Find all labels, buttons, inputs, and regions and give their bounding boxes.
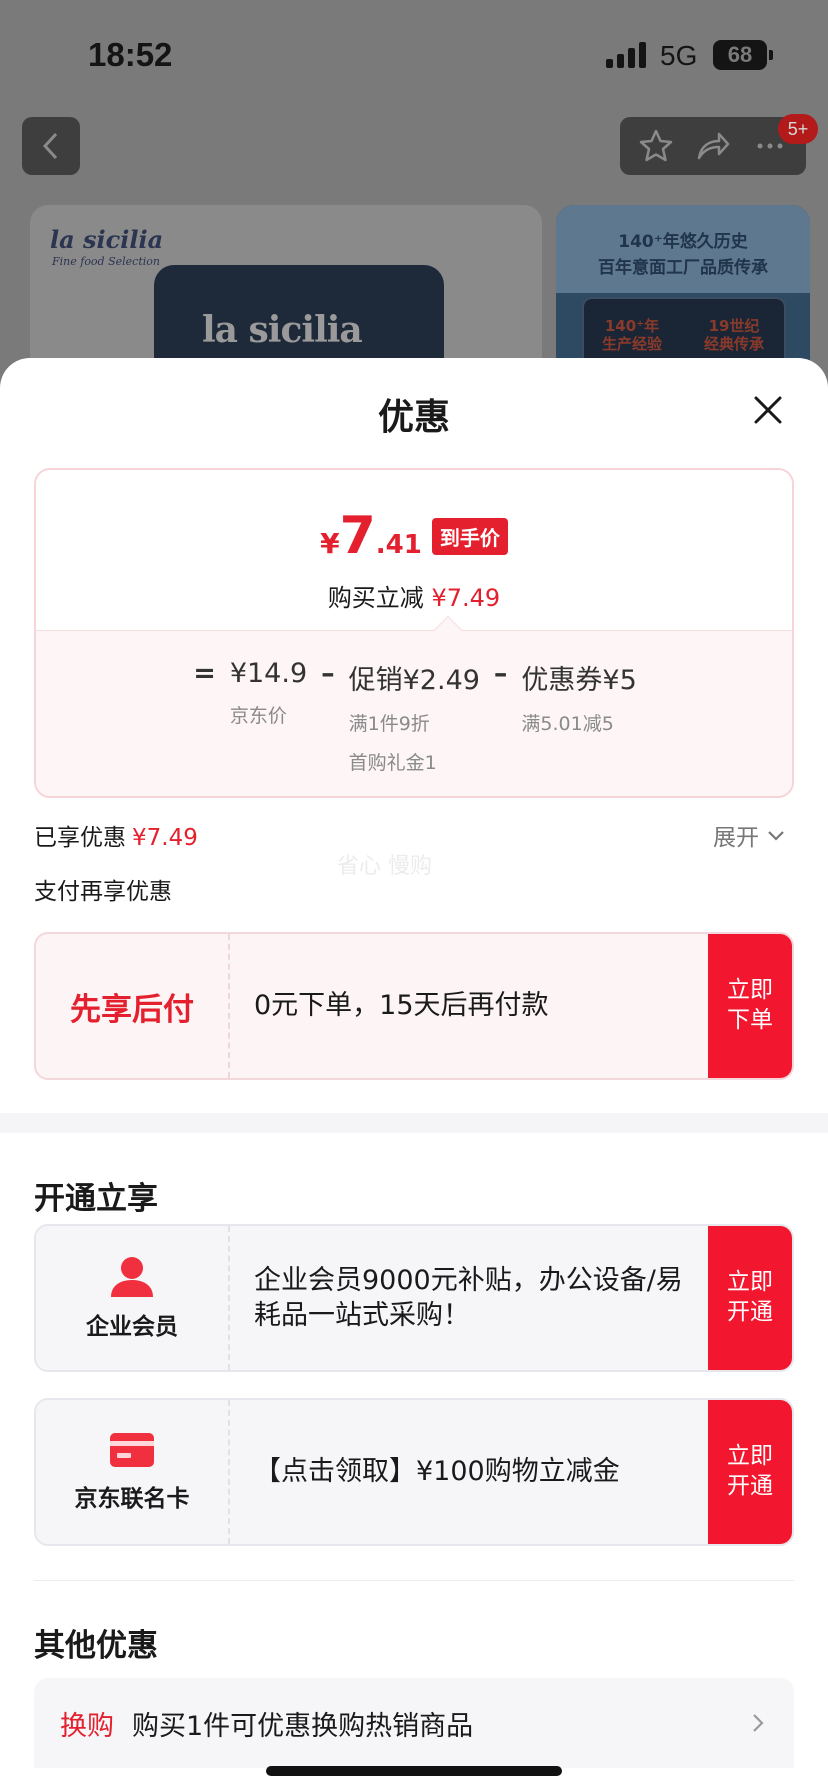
enterprise-member-card[interactable]: 企业会员 企业会员9000元补贴，办公设备/易耗品一站式采购！ 立即开通 [34, 1224, 794, 1372]
section-separator [0, 1113, 828, 1133]
bnpl-desc: 0元下单，15天后再付款 [254, 990, 549, 1022]
order-now-button[interactable]: 立即下单 [708, 934, 792, 1078]
watermark: 省心 慢购 [337, 854, 432, 879]
jd-card-card[interactable]: 京东联名卡 【点击领取】¥100购物立减金 立即开通 [34, 1398, 794, 1546]
home-indicator [266, 1766, 562, 1776]
banner-line-2: 百年意面工厂品质传承 [598, 258, 768, 278]
chevron-down-icon [768, 831, 784, 841]
status-bar: 18:52 5G 68 [0, 0, 828, 110]
reduce-label: 购买立减 [327, 584, 424, 612]
formula-minus: – [321, 658, 335, 689]
close-icon[interactable] [748, 390, 788, 430]
open-enterprise-button[interactable]: 立即开通 [708, 1226, 792, 1370]
trade-in-tag: 换购 [60, 1710, 114, 1742]
jd-card-desc: 【点击领取】¥100购物立减金 [230, 1400, 708, 1544]
open-card-button[interactable]: 立即开通 [708, 1400, 792, 1544]
formula-minus: – [493, 658, 508, 689]
other-section-title: 其他优惠 [34, 1628, 158, 1664]
package-brand: la sicilia [202, 309, 363, 351]
enjoyed-amount: ¥7.49 [132, 825, 198, 851]
divider [34, 1580, 794, 1581]
chevron-right-icon [753, 1714, 764, 1732]
brand-subtitle: Fine food Selection [52, 255, 160, 268]
final-price: ¥ 7 .41 到手价 [36, 510, 792, 563]
price-card: ¥ 7 .41 到手价 购买立减 ¥7.49 = ¥14.9 京东价 – 促销¥… [34, 468, 794, 798]
banner-stat-1: 140⁺年 生产经验 [601, 317, 662, 353]
jd-card-label: 京东联名卡 [74, 1486, 190, 1512]
enjoyed-discount: 已享优惠 ¥7.49 [34, 818, 198, 852]
brand-logo: la sicilia [50, 225, 164, 254]
product-page-background: 18:52 5G 68 5+ la sicilia Fine food Sele… [0, 0, 828, 420]
pay-discount-label: 支付再享优惠 [34, 879, 172, 905]
formula-promo: 促销¥2.49 满1件9折 首购礼金1 [348, 665, 480, 774]
enjoyed-label: 已享优惠 [34, 825, 126, 851]
status-time: 18:52 [88, 36, 173, 73]
discount-sheet: 优惠 ¥ 7 .41 到手价 购买立减 ¥7.49 = ¥14.9 京东价 – [0, 358, 828, 1792]
final-price-tag: 到手价 [431, 518, 508, 555]
bnpl-title: 先享后付 [70, 991, 194, 1028]
message-badge: 5+ [778, 114, 818, 144]
credit-card-icon [110, 1433, 154, 1467]
trade-in-text: 购买1件可优惠换购热销商品 [132, 1710, 474, 1742]
final-price-decimal: .41 [375, 530, 422, 560]
share-icon[interactable] [695, 128, 731, 164]
formula-equals: = [193, 658, 216, 689]
signal-icon [606, 42, 648, 68]
banner-line-1: 140⁺年悠久历史 [618, 232, 748, 252]
enterprise-member-label: 企业会员 [86, 1314, 178, 1340]
bnpl-card[interactable]: 先享后付 0元下单，15天后再付款 立即下单 [34, 932, 794, 1080]
expand-button[interactable]: 展开 [713, 818, 787, 852]
expand-label: 展开 [713, 825, 759, 851]
final-price-yen: ¥ [320, 527, 340, 560]
formula-jd-price: ¥14.9 京东价 [229, 658, 308, 727]
user-icon [111, 1257, 153, 1297]
formula-coupon: 优惠券¥5 满5.01减5 [521, 665, 637, 735]
battery-icon: 68 [713, 40, 773, 70]
final-price-integer: 7 [339, 506, 376, 566]
enterprise-member-desc: 企业会员9000元补贴，办公设备/易耗品一站式采购！ [230, 1226, 708, 1370]
back-button[interactable] [22, 117, 80, 175]
banner-stat-2: 19世纪 经典传承 [703, 317, 764, 353]
reduce-amount: ¥7.49 [431, 584, 501, 612]
network-type: 5G [660, 40, 698, 71]
price-formula: = ¥14.9 京东价 – 促销¥2.49 满1件9折 首购礼金1 – 优惠券¥… [36, 658, 792, 775]
chevron-left-icon [42, 132, 58, 160]
open-section-title: 开通立享 [34, 1181, 158, 1217]
star-icon[interactable] [638, 128, 674, 164]
sheet-title: 优惠 [377, 397, 450, 438]
trade-in-item[interactable]: 换购 购买1件可优惠换购热销商品 [34, 1678, 794, 1768]
reduce-row: 购买立减 ¥7.49 [36, 578, 792, 613]
